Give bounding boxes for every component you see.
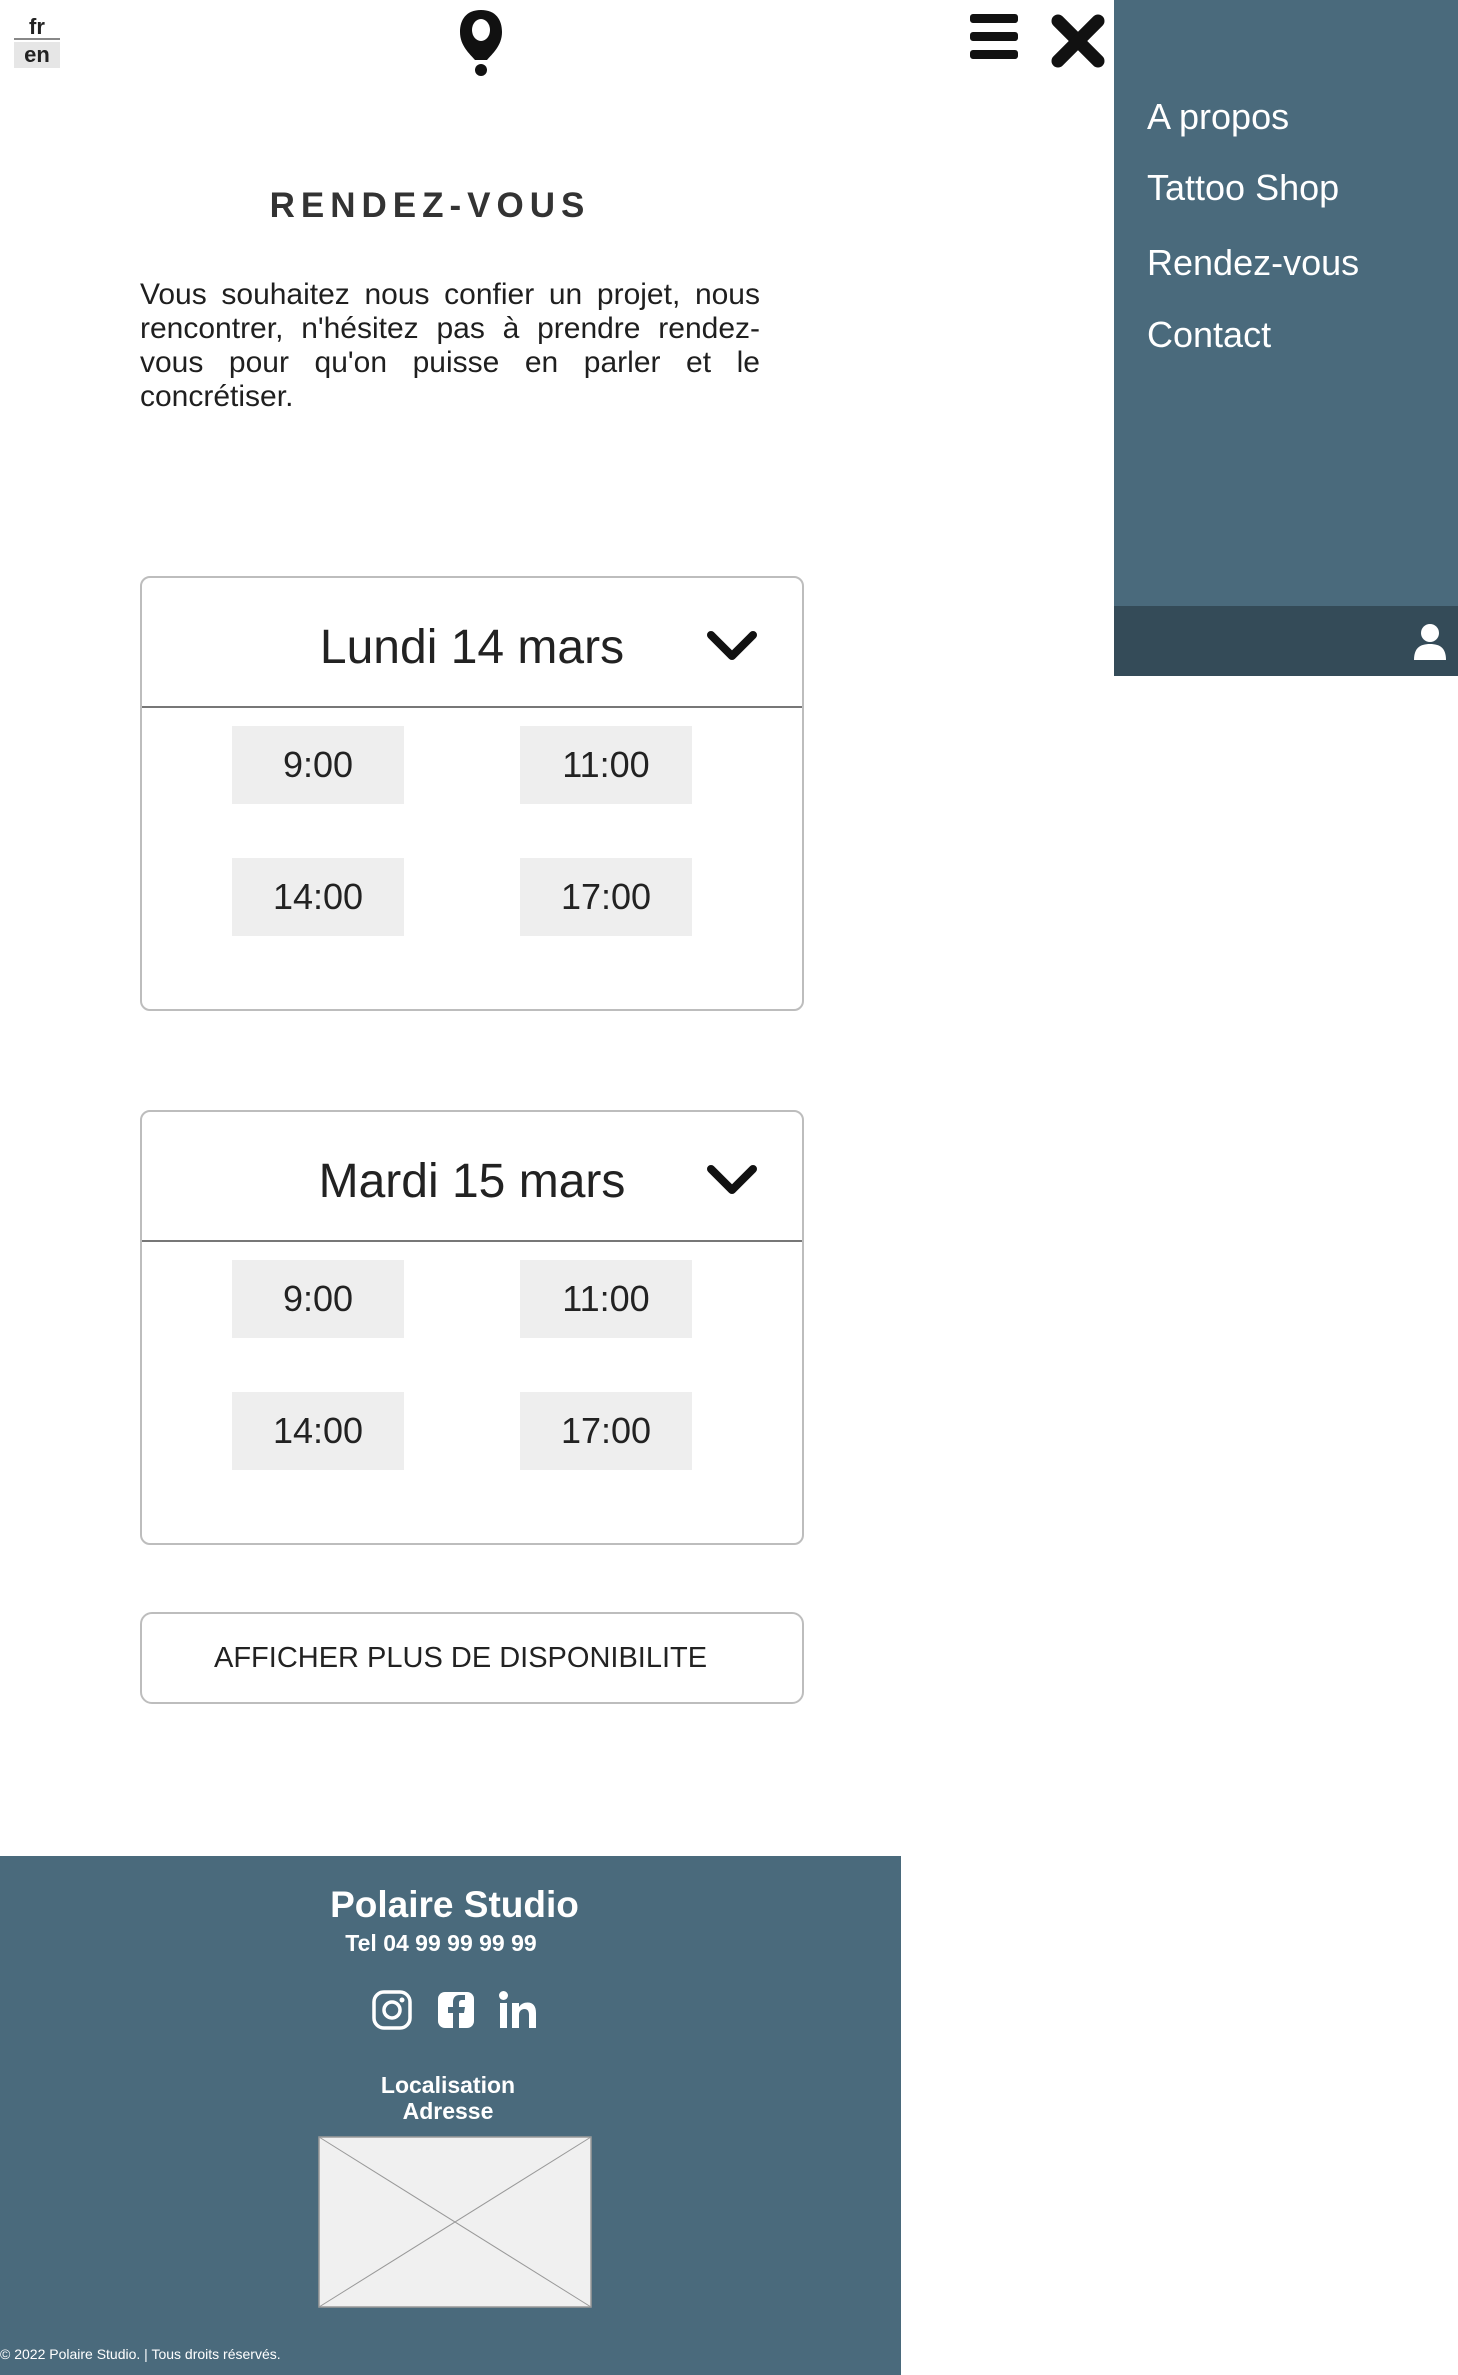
day-card-header[interactable]: Lundi 14 mars — [142, 578, 802, 708]
menu-item-rendez-vous[interactable]: Rendez-vous — [1147, 242, 1359, 284]
linkedin-icon[interactable] — [496, 1988, 540, 2032]
time-slot[interactable]: 17:00 — [520, 1392, 692, 1470]
time-slot[interactable]: 11:00 — [520, 726, 692, 804]
menu-item-a-propos[interactable]: A propos — [1147, 96, 1289, 138]
instagram-icon[interactable] — [370, 1988, 414, 2032]
footer-localisation: Localisation — [380, 2072, 516, 2098]
day-card-2: Mardi 15 mars 9:00 11:00 14:00 17:00 — [140, 1110, 804, 1545]
site-footer: Polaire Studio Tel 04 99 99 99 99 Locali… — [0, 1856, 901, 2375]
facebook-icon[interactable] — [434, 1988, 478, 2032]
menu-item-tattoo-shop[interactable]: Tattoo Shop — [1147, 167, 1339, 209]
page-title: RENDEZ-VOUS — [269, 186, 591, 225]
time-slot[interactable]: 9:00 — [232, 1260, 404, 1338]
footer-address: Adresse — [402, 2098, 494, 2124]
lang-fr-link[interactable]: fr — [14, 14, 60, 40]
hamburger-icon[interactable] — [970, 14, 1020, 60]
day-card-header[interactable]: Mardi 15 mars — [142, 1112, 802, 1242]
chevron-down-icon[interactable] — [706, 1162, 758, 1198]
time-slot[interactable]: 11:00 — [520, 1260, 692, 1338]
close-icon[interactable] — [1050, 14, 1106, 68]
footer-copyright: © 2022 Polaire Studio. | Tous droits rés… — [0, 2346, 281, 2362]
chevron-down-icon[interactable] — [706, 628, 758, 664]
day-title: Mardi 15 mars — [318, 1155, 626, 1208]
footer-studio-name: Polaire Studio — [330, 1884, 579, 1925]
time-slot[interactable]: 17:00 — [520, 858, 692, 936]
time-slot[interactable]: 14:00 — [232, 1392, 404, 1470]
time-slot[interactable]: 14:00 — [232, 858, 404, 936]
side-menu-footer — [1114, 606, 1458, 676]
side-menu: A propos Tattoo Shop Rendez-vous Contact — [1114, 0, 1458, 606]
lang-en-link[interactable]: en — [14, 42, 60, 68]
day-card-1: Lundi 14 mars 9:00 11:00 14:00 17:00 — [140, 576, 804, 1011]
footer-phone: Tel 04 99 99 99 99 — [345, 1930, 537, 1956]
day-title: Lundi 14 mars — [319, 621, 625, 674]
user-icon[interactable] — [1412, 622, 1448, 662]
time-slot[interactable]: 9:00 — [232, 726, 404, 804]
logo-icon[interactable] — [458, 8, 504, 76]
intro-text: Vous souhaitez nous confier un projet, n… — [140, 278, 760, 413]
menu-item-contact[interactable]: Contact — [1147, 314, 1271, 356]
map-placeholder[interactable] — [318, 2136, 592, 2308]
show-more-availability-button[interactable]: AFFICHER PLUS DE DISPONIBILITE — [140, 1612, 804, 1704]
